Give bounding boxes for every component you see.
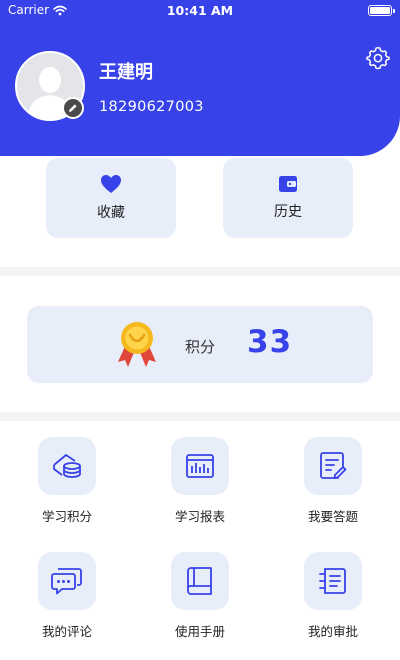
section-divider (0, 412, 400, 421)
history-label: 历史 (274, 204, 302, 220)
grid-icon-box (38, 437, 96, 495)
pencil-icon (69, 104, 77, 112)
medal-icon (118, 322, 156, 367)
points-value: 33 (247, 324, 293, 360)
user-phone: 18290627003 (99, 99, 204, 115)
grid-label: 学习报表 (174, 509, 225, 524)
battery-icon (368, 5, 395, 16)
grid-icon-box (171, 552, 229, 610)
grid-item-my-comments[interactable]: 我的评论 (11, 552, 121, 652)
comment-icon (51, 568, 82, 595)
grid-item-user-manual[interactable]: 使用手册 (144, 552, 254, 652)
grid-label: 我的评论 (41, 624, 92, 639)
grid-icon-box (38, 552, 96, 610)
grid-label: 学习积分 (41, 509, 92, 524)
grid-label: 我要答题 (307, 509, 358, 524)
grid-item-my-approvals[interactable]: 我的审批 (277, 552, 387, 652)
gear-icon[interactable] (366, 46, 390, 70)
user-name: 王建明 (99, 62, 153, 83)
grid-label: 我的审批 (307, 624, 358, 639)
grid-icon-box (171, 437, 229, 495)
points-card[interactable]: 积分 33 (27, 306, 373, 383)
edit-avatar-button[interactable] (62, 97, 84, 119)
points-label: 积分 (185, 338, 216, 356)
favorites-card[interactable]: 收藏 (46, 158, 176, 238)
history-card[interactable]: 历史 (223, 158, 353, 238)
status-bar: Carrier 10:41 AM (0, 0, 400, 22)
heart-icon (101, 175, 121, 193)
approval-icon (319, 568, 346, 594)
grid-label: 使用手册 (174, 624, 225, 639)
grid-item-answer-quiz[interactable]: 我要答题 (277, 437, 387, 537)
manual-icon (187, 567, 212, 595)
wallet-icon (279, 176, 297, 192)
profile-header: Carrier 10:41 AM 王建明 18290627003 (0, 0, 400, 156)
favorites-label: 收藏 (97, 205, 125, 221)
grid-item-study-report[interactable]: 学习报表 (144, 437, 254, 537)
section-divider (0, 267, 400, 276)
report-icon (186, 454, 214, 478)
grid-icon-box (304, 552, 362, 610)
grid-icon-box (304, 437, 362, 495)
quiz-icon (320, 452, 347, 479)
grid-item-study-points[interactable]: 学习积分 (11, 437, 121, 537)
clock: 10:41 AM (166, 3, 234, 18)
coins-icon (53, 454, 81, 478)
